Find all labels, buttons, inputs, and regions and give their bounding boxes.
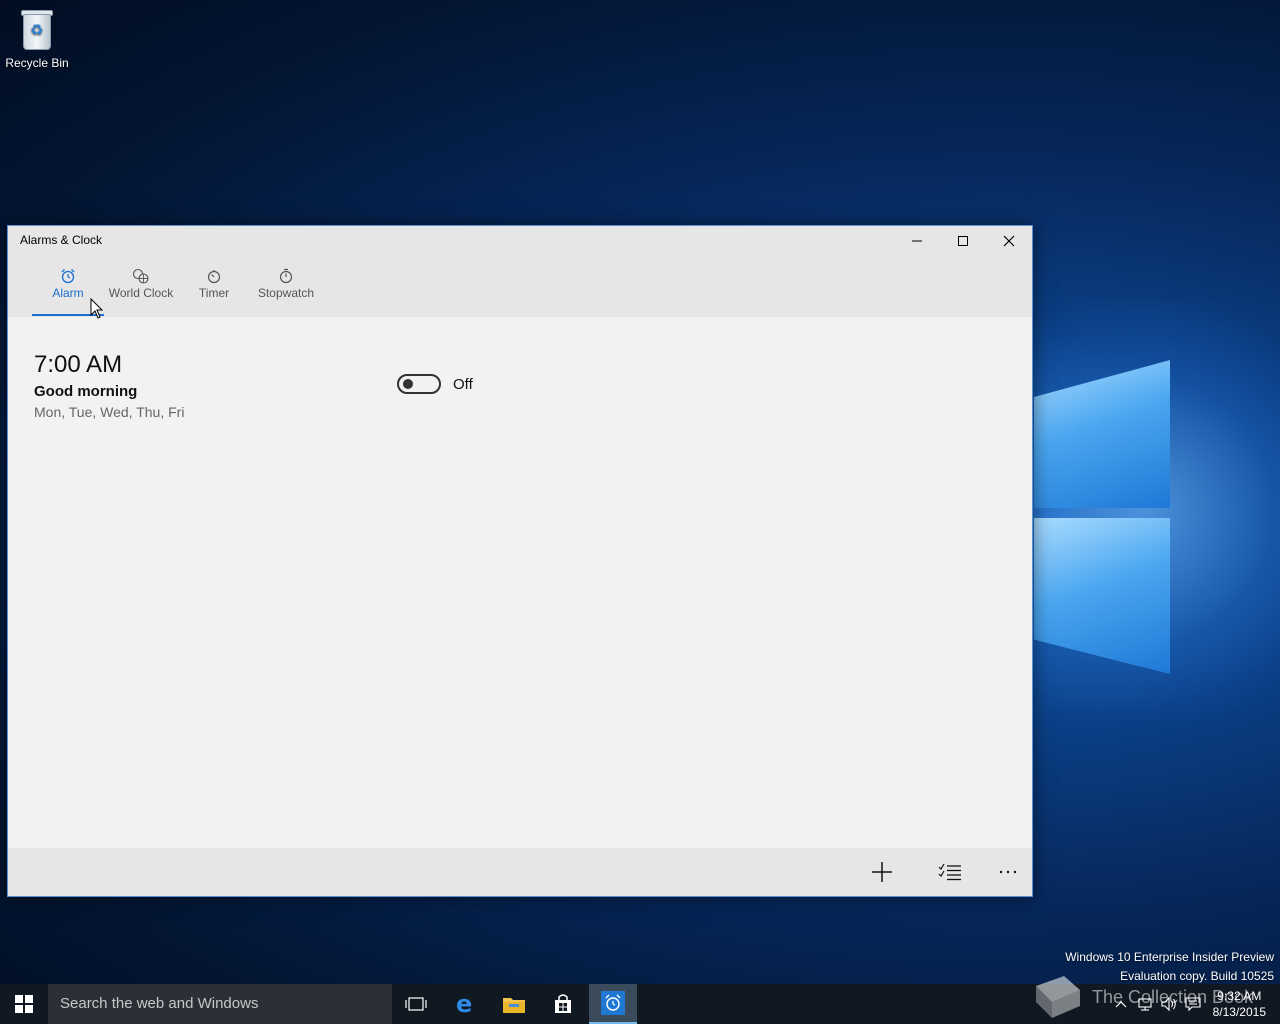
close-icon	[1003, 235, 1015, 247]
task-view-button[interactable]	[392, 984, 440, 1024]
minimize-icon	[912, 240, 922, 242]
window-title: Alarms & Clock	[20, 233, 103, 247]
stopwatch-icon	[254, 266, 318, 286]
edge-browser-icon: e	[456, 993, 472, 1015]
tab-timer[interactable]: Timer	[194, 266, 234, 300]
alarms-clock-taskbar-button[interactable]	[589, 984, 637, 1024]
recycle-bin-desktop-icon[interactable]: ♻ Recycle Bin	[4, 6, 70, 70]
recycle-bin-icon: ♻	[19, 8, 55, 52]
add-alarm-button[interactable]	[862, 856, 902, 888]
select-alarms-button[interactable]	[930, 856, 970, 888]
windows-logo-icon	[15, 995, 33, 1013]
alarm-time: 7:00 AM	[34, 351, 123, 378]
alarm-toggle[interactable]	[397, 374, 441, 394]
select-alarms-icon	[938, 863, 961, 881]
more-options-button[interactable]	[988, 856, 1028, 888]
mouse-cursor-icon	[90, 298, 104, 319]
tab-world-clock-label: World Clock	[108, 286, 174, 300]
toggle-knob	[403, 379, 413, 389]
minimize-button[interactable]	[894, 226, 940, 256]
more-icon	[999, 870, 1017, 874]
timer-icon	[194, 266, 234, 286]
add-icon	[872, 862, 892, 882]
store-bag-icon	[555, 994, 571, 1013]
tab-stopwatch-label: Stopwatch	[257, 286, 315, 300]
world-clock-icon	[106, 266, 176, 286]
svg-text:e: e	[456, 993, 472, 1015]
tab-world-clock[interactable]: World Clock	[106, 266, 176, 300]
tab-alarm[interactable]: Alarm	[46, 266, 90, 300]
collection-book-overlay: The Collection Book	[1030, 972, 1253, 1022]
watermark-line-1: Windows 10 Enterprise Insider Preview	[1065, 950, 1274, 964]
tab-bar: Alarm World Clock Timer Stopwatch	[8, 256, 1032, 319]
overlay-text: The Collection Book	[1092, 986, 1254, 1007]
alarm-clock-icon	[601, 991, 625, 1015]
file-explorer-taskbar-button[interactable]	[490, 984, 538, 1024]
book-icon	[1036, 976, 1080, 1018]
tab-stopwatch[interactable]: Stopwatch	[254, 266, 318, 300]
close-button[interactable]	[986, 226, 1032, 256]
store-taskbar-button[interactable]	[539, 984, 587, 1024]
start-button[interactable]	[0, 984, 48, 1024]
title-bar[interactable]: Alarms & Clock	[8, 226, 1032, 256]
tab-alarm-label: Alarm	[52, 286, 84, 300]
maximize-icon	[958, 236, 968, 246]
edge-taskbar-button[interactable]: e	[442, 984, 490, 1024]
task-view-icon	[405, 997, 427, 1011]
command-bar	[8, 848, 1032, 896]
alarms-clock-window: Alarms & Clock Alarm World Clock Timer S…	[7, 225, 1033, 897]
alarm-item[interactable]: 7:00 AM Good morning Mon, Tue, Wed, Thu,…	[34, 351, 184, 420]
tab-timer-label: Timer	[198, 286, 230, 300]
alarm-name: Good morning	[34, 383, 138, 400]
alarm-days: Mon, Tue, Wed, Thu, Fri	[34, 404, 185, 420]
taskbar-search-box[interactable]: Search the web and Windows	[48, 984, 392, 1024]
folder-icon	[503, 998, 525, 1013]
recycle-bin-label: Recycle Bin	[5, 56, 69, 70]
maximize-button[interactable]	[940, 226, 986, 256]
alarm-toggle-label: Off	[453, 376, 473, 393]
alarm-clock-icon	[46, 266, 90, 286]
